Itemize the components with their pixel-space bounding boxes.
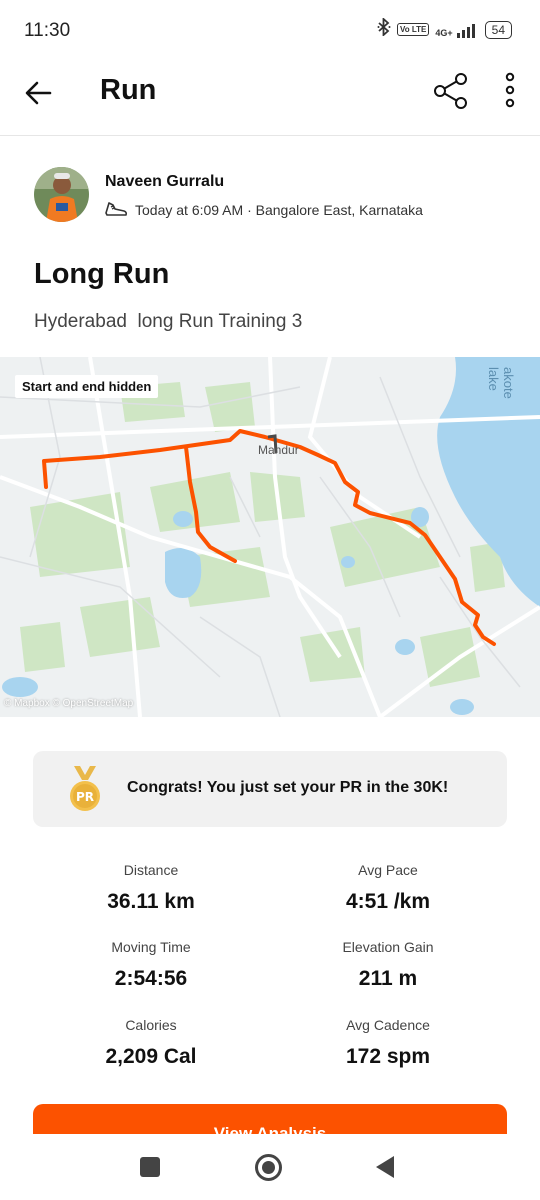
stat-label: Distance — [123, 862, 179, 878]
map-lake-label: akote lake — [486, 367, 516, 399]
stat-moving-time: Moving Time 2:54:56 — [31, 939, 271, 991]
signal-icon: 4G+ — [435, 22, 478, 38]
stat-value: 2:54:56 — [114, 967, 188, 990]
stat-label: Avg Pace — [358, 862, 418, 878]
more-vertical-icon — [505, 72, 515, 108]
home-button[interactable] — [255, 1154, 282, 1181]
stat-label: Elevation Gain — [342, 939, 434, 955]
pr-message: Congrats! You just set your PR in the 30… — [127, 779, 449, 796]
stat-value: 2,209 Cal — [105, 1045, 197, 1068]
stat-elevation-gain: Elevation Gain 211 m — [268, 939, 508, 991]
medal-icon: PR — [68, 766, 102, 814]
stat-label: Moving Time — [111, 939, 191, 955]
stat-value: 211 m — [358, 967, 418, 990]
system-back-button[interactable] — [376, 1156, 394, 1178]
privacy-badge: Start and end hidden — [15, 375, 159, 398]
stat-label: Avg Cadence — [346, 1017, 430, 1033]
map-canvas — [0, 357, 540, 717]
stat-value: 4:51 /km — [345, 890, 431, 913]
stat-avg-cadence: Avg Cadence 172 spm — [268, 1017, 508, 1069]
back-button[interactable] — [22, 76, 56, 110]
athlete-header[interactable]: Naveen Gurralu Today at 6:09 AM · Bangal… — [34, 167, 514, 227]
bluetooth-icon — [377, 16, 391, 41]
recents-button[interactable] — [140, 1157, 160, 1177]
pr-banner[interactable]: PR Congrats! You just set your PR in the… — [33, 751, 507, 827]
status-bar: 11:30 Vo LTE 4G+ 54 — [0, 0, 540, 60]
stat-avg-pace: Avg Pace 4:51 /km — [268, 862, 508, 914]
more-options-button[interactable] — [498, 72, 522, 110]
system-nav-bar — [0, 1134, 540, 1200]
network-type: 4G+ — [435, 27, 453, 38]
stat-value: 36.11 km — [107, 890, 195, 913]
arrow-left-icon — [25, 81, 52, 105]
page-title: Run — [100, 74, 157, 106]
status-time: 11:30 — [24, 20, 71, 41]
medal-label: PR — [76, 790, 94, 804]
run-shoe-icon — [104, 199, 128, 219]
volte-indicator: Vo LTE — [397, 23, 430, 36]
battery-indicator: 54 — [484, 20, 512, 39]
activity-description: Hyderabad long Run Training 3 — [34, 311, 303, 332]
activity-title: Long Run — [34, 258, 170, 290]
app-bar: Run — [0, 60, 540, 136]
avatar[interactable] — [34, 167, 89, 222]
activity-meta: Today at 6:09 AM · Bangalore East, Karna… — [135, 202, 423, 218]
share-icon — [434, 73, 467, 109]
map-town-label: Mandur — [258, 443, 299, 457]
share-button[interactable] — [432, 72, 470, 110]
stat-value: 172 spm — [345, 1045, 431, 1068]
route-map[interactable]: Start and end hidden Mandur akote lake ©… — [0, 357, 540, 717]
athlete-name[interactable]: Naveen Gurralu — [105, 173, 224, 191]
stat-calories: Calories 2,209 Cal — [31, 1017, 271, 1069]
stat-distance: Distance 36.11 km — [31, 862, 271, 914]
status-icons: Vo LTE 4G+ 54 — [377, 16, 512, 41]
stat-label: Calories — [125, 1017, 177, 1033]
map-attribution[interactable]: © Mapbox © OpenStreetMap — [4, 698, 133, 709]
